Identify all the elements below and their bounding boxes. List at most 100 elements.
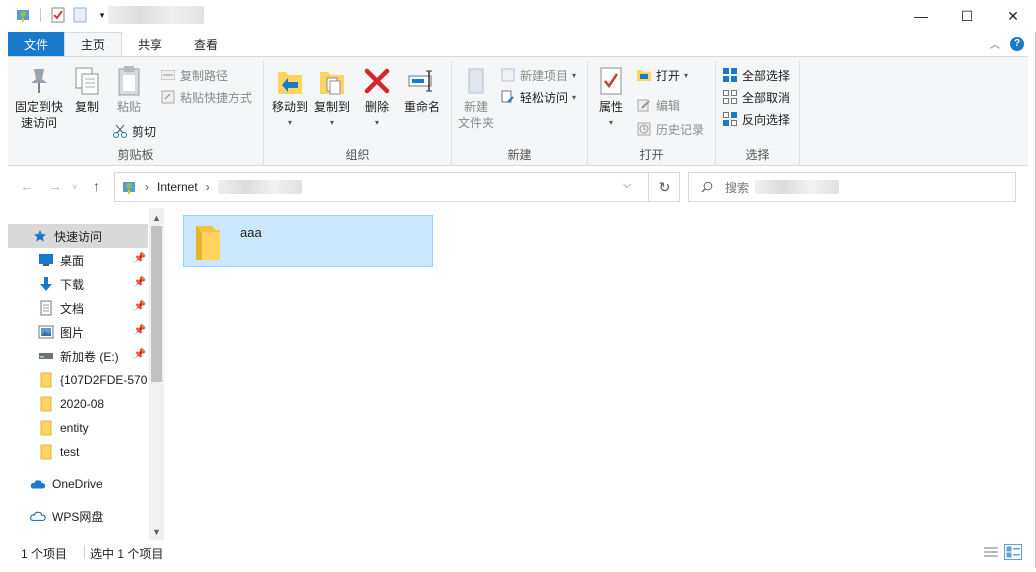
- tab-share[interactable]: 共享: [122, 32, 178, 56]
- forward-arrow-icon[interactable]: →: [48, 178, 62, 194]
- nav-item-label: WPS网盘: [52, 509, 104, 524]
- window-controls: — ☐ ✕: [898, 0, 1036, 32]
- cut-label: 剪切: [132, 124, 157, 139]
- copy-to-button[interactable]: 复制到 ▾: [312, 65, 352, 131]
- quick-access-toolbar: ▾: [14, 6, 111, 24]
- search-input[interactable]: 搜索: [688, 172, 1016, 202]
- ribbon-group-open: 属性 ▾ 打开 ▾ 编辑 历史记录 打开: [588, 61, 716, 165]
- scroll-down-icon[interactable]: ▼: [149, 524, 164, 540]
- copy-label: 复制: [74, 100, 99, 114]
- select-none-button[interactable]: 全部取消: [722, 87, 790, 107]
- nav-item-quick-access[interactable]: 快速访问: [8, 224, 148, 248]
- breadcrumb-internet[interactable]: Internet: [157, 180, 198, 194]
- tiles-view-icon[interactable]: [1004, 544, 1022, 560]
- nav-item-desktop[interactable]: 桌面 📌: [8, 248, 148, 272]
- copy-to-dropdown-icon: ▾: [329, 118, 334, 127]
- desktop-icon: [38, 252, 54, 268]
- file-list-area[interactable]: aaa: [166, 208, 1028, 540]
- copy-path-button[interactable]: 复制路径: [160, 65, 228, 85]
- address-bar[interactable]: › Internet › ⌵: [114, 172, 680, 202]
- back-arrow-icon[interactable]: ←: [20, 178, 34, 194]
- nav-item-folder-test[interactable]: test: [8, 440, 148, 464]
- delete-x-icon: [361, 65, 393, 97]
- new-folder-label-line1: 新建: [463, 100, 488, 114]
- nav-item-label: {107D2FDE-570: [60, 373, 148, 387]
- cut-button[interactable]: 剪切: [112, 121, 156, 141]
- nav-item-drive-e[interactable]: 新加卷 (E:) 📌: [8, 344, 148, 368]
- folder-icon: [38, 444, 54, 460]
- nav-item-onedrive[interactable]: OneDrive: [8, 472, 148, 496]
- delete-button[interactable]: 删除 ▾: [362, 65, 392, 131]
- scrollbar-thumb[interactable]: [151, 226, 162, 382]
- cloud-icon: [30, 476, 46, 492]
- address-dropdown-chevron-icon[interactable]: ⌵: [623, 179, 631, 192]
- scroll-up-icon[interactable]: ▲: [149, 210, 164, 226]
- edit-button[interactable]: 编辑: [636, 95, 680, 115]
- details-view-icon[interactable]: [982, 544, 1000, 560]
- drive-icon: [38, 348, 54, 364]
- nav-item-folder-entity[interactable]: entity: [8, 416, 148, 440]
- help-icon[interactable]: ?: [1010, 36, 1024, 51]
- refresh-icon: ↻: [658, 178, 671, 195]
- recent-locations-chevron-icon[interactable]: ˅: [72, 182, 77, 192]
- pin-icon: 📌: [133, 253, 146, 264]
- navigation-tree: 快速访问 桌面 📌 下载 📌 文档 📌 图片 📌 新加卷 (E:) 📌 {107…: [8, 224, 148, 528]
- nav-item-downloads[interactable]: 下载 📌: [8, 272, 148, 296]
- nav-item-documents[interactable]: 文档 📌: [8, 296, 148, 320]
- up-arrow-icon[interactable]: ↑: [93, 178, 100, 194]
- properties-quick-icon[interactable]: [49, 6, 67, 24]
- move-to-button[interactable]: 移动到 ▾: [270, 65, 310, 131]
- folder-icon: [38, 396, 54, 412]
- rename-button[interactable]: 重命名: [400, 65, 444, 115]
- paste-shortcut-button[interactable]: 粘贴快捷方式: [160, 87, 252, 107]
- open-button[interactable]: 打开 ▾: [636, 65, 688, 85]
- nav-item-label: 2020-08: [60, 397, 105, 411]
- folder-item-selected[interactable]: aaa: [183, 215, 433, 267]
- select-all-label: 全部选择: [742, 68, 791, 83]
- tab-file[interactable]: 文件: [8, 32, 65, 56]
- scissors-icon: [112, 123, 128, 139]
- pin-to-quick-access-button[interactable]: 固定到快 速访问: [14, 65, 64, 131]
- ribbon-tabs: 文件 主页 共享 查看 ︿ ?: [8, 32, 1028, 56]
- nav-item-folder-guid[interactable]: {107D2FDE-570: [8, 368, 148, 392]
- navigation-pane-scrollbar[interactable]: ▲ ▼: [149, 208, 164, 540]
- minimize-button[interactable]: —: [898, 0, 944, 32]
- nav-item-wps-cloud[interactable]: WPS网盘: [8, 504, 148, 528]
- close-button[interactable]: ✕: [990, 0, 1036, 32]
- edit-label: 编辑: [656, 98, 681, 113]
- new-folder-button[interactable]: 新建 文件夹: [456, 65, 496, 131]
- pin-icon: 📌: [133, 349, 146, 360]
- copy-button[interactable]: 复制: [68, 65, 106, 115]
- maximize-button[interactable]: ☐: [944, 0, 990, 32]
- nav-item-label: 文档: [60, 301, 85, 316]
- tab-home[interactable]: 主页: [64, 32, 123, 56]
- easy-access-button[interactable]: 轻松访问 ▾: [500, 87, 576, 107]
- tab-view[interactable]: 查看: [178, 32, 234, 56]
- nav-item-pictures[interactable]: 图片 📌: [8, 320, 148, 344]
- new-item-dropdown-icon: ▾: [572, 70, 577, 80]
- nav-item-folder-2020-08[interactable]: 2020-08: [8, 392, 148, 416]
- paste-button[interactable]: 粘贴: [110, 65, 148, 115]
- new-item-button[interactable]: 新建项目 ▾: [500, 65, 576, 85]
- nav-item-label: 图片: [60, 325, 85, 340]
- new-item-label: 新建项目: [520, 68, 569, 83]
- invert-selection-button[interactable]: 反向选择: [722, 109, 790, 129]
- history-button[interactable]: 历史记录: [636, 119, 704, 139]
- clipboard-icon: [113, 65, 145, 97]
- pin-icon: 📌: [133, 301, 146, 312]
- new-folder-label-line2: 文件夹: [457, 116, 494, 130]
- new-folder-quick-icon[interactable]: [71, 6, 89, 24]
- properties-icon: [595, 65, 627, 97]
- new-item-icon: [500, 67, 516, 83]
- rename-icon: [406, 65, 438, 97]
- easy-access-dropdown-icon: ▾: [572, 92, 577, 102]
- select-all-button[interactable]: 全部选择: [722, 65, 790, 85]
- refresh-button[interactable]: ↻: [648, 172, 680, 202]
- view-switcher: [982, 544, 1022, 560]
- properties-button[interactable]: 属性 ▾: [594, 65, 628, 131]
- clipboard-group-label: 剪贴板: [117, 148, 154, 162]
- chevron-up-icon[interactable]: ︿: [990, 36, 1000, 51]
- open-label: 打开: [656, 68, 681, 83]
